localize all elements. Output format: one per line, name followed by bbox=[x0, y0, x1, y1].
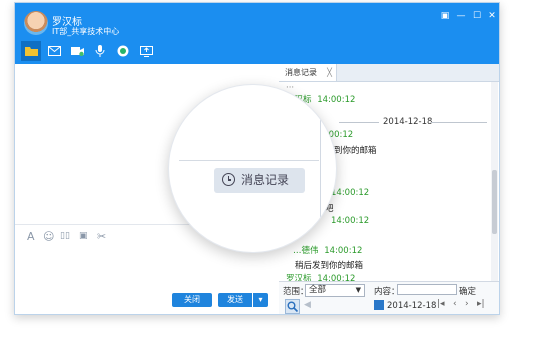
microphone-icon[interactable] bbox=[90, 41, 110, 61]
search-row: 范围： 全部 ▼ 内容： 确定 bbox=[279, 281, 499, 298]
screen-share-icon[interactable] bbox=[136, 41, 156, 61]
restore-icon[interactable]: ▣ bbox=[438, 11, 452, 21]
range-select[interactable]: 全部 ▼ bbox=[305, 284, 365, 297]
content-search-input[interactable] bbox=[397, 284, 457, 295]
message-time: 14:00:12 bbox=[317, 95, 356, 105]
scrollbar[interactable] bbox=[491, 82, 498, 281]
search-icon[interactable] bbox=[285, 299, 300, 314]
remote-assist-icon[interactable] bbox=[113, 41, 133, 61]
calendar-icon[interactable] bbox=[374, 300, 384, 310]
video-icon[interactable] bbox=[67, 41, 87, 61]
range-value: 全部 bbox=[309, 285, 327, 295]
folder-icon[interactable] bbox=[21, 41, 41, 61]
message-sender: …德伟 bbox=[293, 246, 319, 256]
message-input[interactable] bbox=[15, 246, 279, 293]
send-options-chevron-down-icon[interactable]: ▾ bbox=[253, 293, 268, 307]
chevron-down-icon: ▼ bbox=[355, 286, 361, 294]
first-page-icon[interactable]: |◂ bbox=[437, 299, 445, 309]
tab-message-history[interactable]: 消息记录 ╳ bbox=[279, 64, 337, 81]
list-item: …德伟 14:00:12 bbox=[293, 244, 362, 256]
image-icon[interactable]: ▣ bbox=[79, 231, 88, 241]
scissors-icon[interactable]: ✂ bbox=[97, 230, 106, 243]
date-separator: 2014-12-18 bbox=[383, 117, 433, 127]
list-item: 14:00:12 bbox=[331, 188, 369, 198]
divider bbox=[179, 160, 319, 161]
message-time: 14:00:12 bbox=[324, 246, 363, 256]
magnifier-callout: 消息记录 bbox=[168, 84, 337, 253]
minimize-icon[interactable]: — bbox=[454, 11, 468, 21]
clock-icon bbox=[222, 173, 235, 186]
title-bar: 罗汉标 IT部_共享技术中心 ▣ — ☐ ✕ bbox=[15, 3, 499, 64]
mail-icon[interactable] bbox=[44, 41, 64, 61]
message-history-label: 消息记录 bbox=[241, 173, 290, 187]
close-button[interactable]: 关闭 bbox=[172, 293, 212, 307]
message-history-button[interactable]: 消息记录 bbox=[214, 168, 305, 193]
next-page-icon[interactable]: › bbox=[465, 299, 469, 309]
divider bbox=[320, 85, 321, 252]
list-item: 14:00:12 bbox=[331, 216, 369, 226]
history-footer: ◀ 2014-12-18 |◂ ‹ › ▸| bbox=[279, 298, 499, 314]
emoji-icon[interactable]: ☺ bbox=[43, 230, 54, 243]
scrollbar-thumb[interactable] bbox=[492, 170, 497, 234]
message-time: 14:00:12 bbox=[331, 216, 370, 226]
tab-label: 消息记录 bbox=[285, 68, 317, 77]
close-icon[interactable]: ✕ bbox=[485, 11, 499, 21]
screenshot-icon[interactable]: ▯▯ bbox=[60, 231, 70, 241]
divider bbox=[431, 122, 487, 123]
last-page-icon[interactable]: ▸| bbox=[477, 299, 485, 309]
message-time: 14:00:12 bbox=[331, 188, 370, 198]
maximize-icon[interactable]: ☐ bbox=[470, 11, 484, 21]
history-date[interactable]: 2014-12-18 bbox=[387, 301, 436, 311]
prev-page-icon[interactable]: ‹ bbox=[453, 299, 457, 309]
font-icon[interactable]: A bbox=[27, 230, 35, 243]
send-button[interactable]: 发送 bbox=[218, 293, 252, 307]
close-tab-icon[interactable]: ╳ bbox=[327, 64, 332, 81]
content-label: 内容： bbox=[374, 287, 400, 297]
divider bbox=[339, 122, 379, 123]
contact-department: IT部_共享技术中心 bbox=[52, 27, 120, 36]
confirm-button[interactable]: 确定 bbox=[459, 285, 476, 297]
mute-icon[interactable]: ◀ bbox=[304, 300, 311, 310]
tab-bar: 消息记录 ╳ bbox=[279, 64, 499, 82]
message-body: 稍后发到你的邮箱 bbox=[295, 261, 364, 271]
chat-window: 罗汉标 IT部_共享技术中心 ▣ — ☐ ✕ A ☺ ▯▯ ▣ ✂ 关闭 发送 … bbox=[14, 2, 500, 315]
avatar[interactable] bbox=[24, 11, 48, 35]
